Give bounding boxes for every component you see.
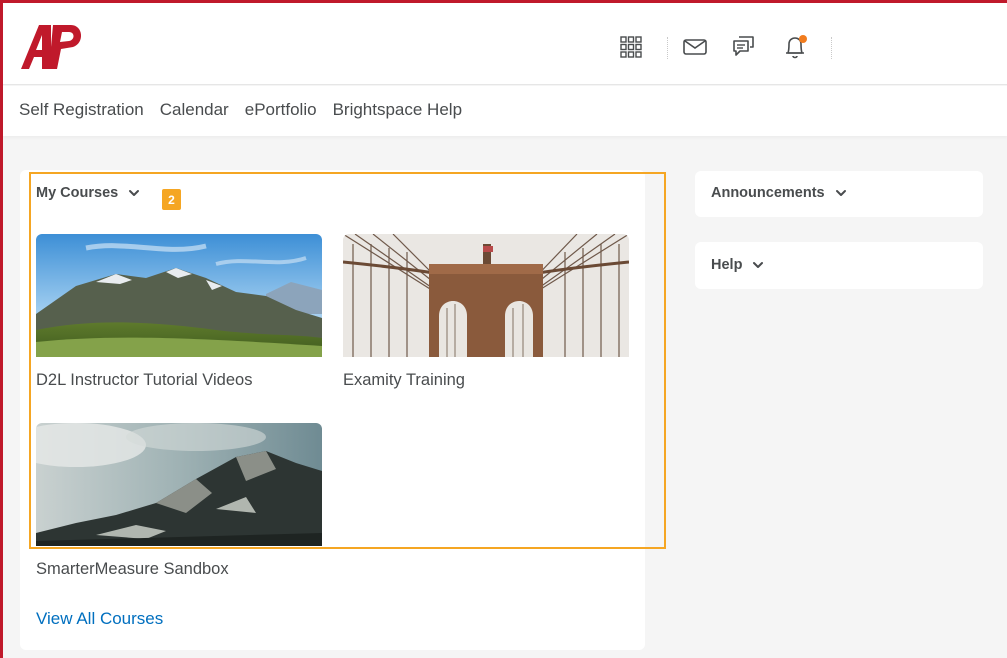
course-tile-examity[interactable]: Examity Training	[343, 234, 629, 390]
course-name[interactable]: SmarterMeasure Sandbox	[36, 560, 322, 579]
course-image-mountain	[36, 234, 322, 357]
course-name[interactable]: Examity Training	[343, 371, 629, 390]
announcements-header[interactable]: Announcements	[711, 185, 847, 201]
chevron-down-icon	[128, 187, 140, 199]
nav-self-registration[interactable]: Self Registration	[19, 100, 144, 120]
help-title: Help	[711, 257, 743, 273]
top-header	[3, 3, 1007, 85]
course-tile-smartermeasure[interactable]: SmarterMeasure Sandbox	[36, 423, 322, 579]
ap-logo-icon	[21, 25, 82, 69]
notifications-button[interactable]	[781, 33, 809, 61]
chevron-down-icon	[752, 259, 764, 271]
ap-logo[interactable]	[19, 21, 87, 71]
course-tile-d2l-tutorial[interactable]: D2L Instructor Tutorial Videos	[36, 234, 322, 390]
waffle-grid-icon	[620, 36, 642, 58]
notification-dot	[799, 35, 807, 43]
toolbar-divider	[831, 37, 832, 59]
chevron-down-icon	[835, 187, 847, 199]
navigation-bar: Self Registration Calendar ePortfolio Br…	[3, 86, 1007, 136]
chat-icon	[733, 36, 754, 56]
view-all-courses-link[interactable]: View All Courses	[36, 609, 163, 629]
announcements-title: Announcements	[711, 185, 825, 201]
nav-brightspace-help[interactable]: Brightspace Help	[333, 100, 462, 120]
nav-eportfolio[interactable]: ePortfolio	[245, 100, 317, 120]
course-image-ridge	[36, 423, 322, 546]
course-image-bridge	[343, 234, 629, 357]
course-selector-button[interactable]	[617, 33, 645, 61]
course-name[interactable]: D2L Instructor Tutorial Videos	[36, 371, 322, 390]
messages-button[interactable]	[681, 33, 709, 61]
help-header[interactable]: Help	[711, 257, 764, 273]
my-courses-header[interactable]: My Courses	[36, 185, 140, 201]
step-badge: 2	[162, 189, 181, 210]
mail-icon	[683, 39, 707, 55]
my-courses-title: My Courses	[36, 185, 119, 201]
toolbar-divider	[667, 37, 668, 59]
nav-calendar[interactable]: Calendar	[160, 100, 229, 120]
discussions-button[interactable]	[729, 33, 757, 61]
